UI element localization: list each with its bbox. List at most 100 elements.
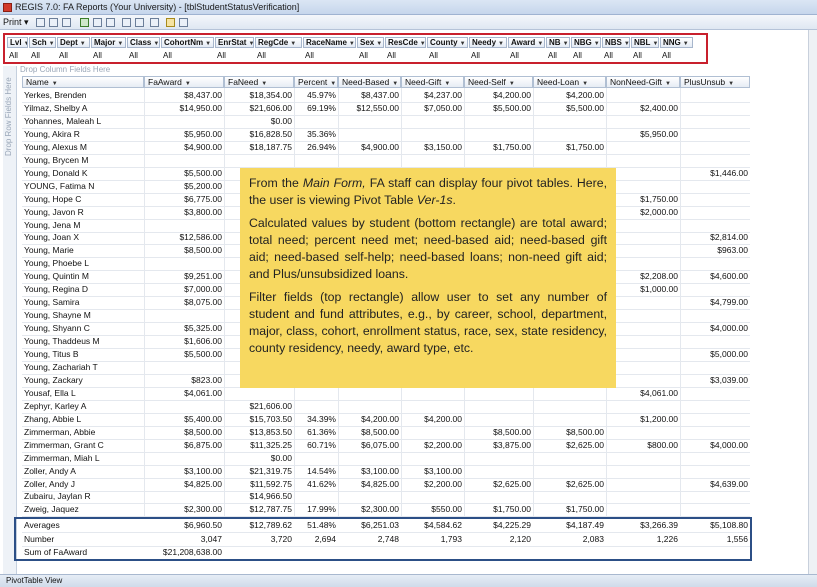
- filter-field-value: All: [217, 51, 226, 60]
- chevron-down-icon[interactable]: ▼: [728, 81, 734, 87]
- chevron-down-icon[interactable]: ▼: [330, 81, 336, 87]
- collapse-icon[interactable]: [122, 18, 131, 27]
- filter-field-nbg[interactable]: NBG ▼: [571, 37, 601, 48]
- cell-need-self: $2,625.00: [493, 478, 531, 489]
- subtotal-icon[interactable]: [106, 18, 115, 27]
- chevron-down-icon[interactable]: ▼: [683, 41, 689, 47]
- column-header-need-gift[interactable]: Need-Gift ▼: [401, 76, 464, 88]
- chevron-down-icon[interactable]: ▼: [290, 41, 296, 47]
- cell-faaward: $6,775.00: [184, 193, 222, 204]
- cell-nonneed-gift: [606, 141, 680, 154]
- cell-nonneed-gift: [606, 167, 680, 180]
- filter-field-cohortnm[interactable]: CohortNm ▼: [161, 37, 214, 48]
- cell-name: Zhang, Abbie L: [24, 413, 82, 424]
- chevron-down-icon[interactable]: ▼: [537, 41, 543, 47]
- cell-faneed: $11,592.75: [250, 478, 292, 489]
- chevron-down-icon[interactable]: ▼: [185, 81, 191, 87]
- filter-icon[interactable]: [62, 18, 71, 27]
- cell-name: Young, Javon R: [24, 206, 84, 217]
- print-button[interactable]: Print ▾: [3, 17, 29, 28]
- chevron-down-icon[interactable]: ▼: [376, 41, 382, 47]
- autocalc-icon[interactable]: [93, 18, 102, 27]
- chevron-down-icon[interactable]: ▼: [117, 41, 123, 47]
- chevron-down-icon[interactable]: ▼: [49, 41, 55, 47]
- filter-field-class[interactable]: Class ▼: [127, 37, 160, 48]
- cell-plusunsub: $4,639.00: [710, 478, 748, 489]
- column-header-faneed[interactable]: FaNeed ▼: [224, 76, 294, 88]
- cell-faaward: [144, 219, 224, 232]
- cell-percent: 61.36%: [307, 426, 336, 437]
- cell-nonneed-gift: [606, 257, 680, 270]
- chevron-down-icon[interactable]: ▼: [24, 41, 27, 47]
- expand-icon[interactable]: [135, 18, 144, 27]
- chevron-down-icon[interactable]: ▼: [444, 81, 450, 87]
- filter-field-racename[interactable]: RaceName ▼: [303, 37, 356, 48]
- filter-field-nbs[interactable]: NBS ▼: [602, 37, 630, 48]
- chevron-down-icon[interactable]: ▼: [498, 41, 504, 47]
- chevron-down-icon[interactable]: ▼: [563, 41, 569, 47]
- drop-column-fields[interactable]: Drop Column Fields Here: [20, 65, 110, 74]
- chevron-down-icon[interactable]: ▼: [509, 81, 515, 87]
- filter-field-sex[interactable]: Sex ▼: [357, 37, 384, 48]
- cell-nonneed-gift: [606, 490, 680, 503]
- cell-name: Young, Akira R: [24, 128, 80, 139]
- column-header-need-based[interactable]: Need-Based ▼: [338, 76, 401, 88]
- filter-field-rescde[interactable]: ResCde ▼: [385, 37, 426, 48]
- chevron-down-icon[interactable]: ▼: [652, 41, 658, 47]
- cell-faaward: [144, 490, 224, 503]
- filter-field-nb[interactable]: NB ▼: [546, 37, 570, 48]
- cell-faaward: $8,075.00: [184, 297, 222, 308]
- column-header-need-self[interactable]: Need-Self ▼: [464, 76, 533, 88]
- column-header-nonneed-gift[interactable]: NonNeed-Gift ▼: [606, 76, 680, 88]
- help-icon[interactable]: [179, 18, 188, 27]
- chevron-down-icon[interactable]: ▼: [205, 41, 211, 47]
- status-bar: PivotTable View: [0, 574, 817, 587]
- cell-need-based: $6,075.00: [361, 439, 399, 450]
- filter-field-major[interactable]: Major ▼: [91, 37, 126, 48]
- chevron-down-icon[interactable]: ▼: [582, 81, 588, 87]
- filter-field-sch[interactable]: Sch ▼: [29, 37, 56, 48]
- chevron-down-icon[interactable]: ▼: [624, 41, 629, 47]
- filter-field-label: Award: [511, 38, 536, 47]
- column-header-name[interactable]: Name ▼: [22, 76, 144, 88]
- chevron-down-icon[interactable]: ▼: [665, 81, 671, 87]
- vertical-scrollbar[interactable]: [808, 30, 817, 574]
- filter-field-lvl[interactable]: Lvl▼: [7, 37, 28, 48]
- chevron-down-icon[interactable]: ▼: [460, 41, 466, 47]
- filter-field-nng[interactable]: NNG ▼: [660, 37, 693, 48]
- drop-row-fields[interactable]: Drop Row Fields Here: [3, 66, 17, 574]
- column-header-plusunsub[interactable]: PlusUnsub ▼: [680, 76, 750, 88]
- cell-faaward: $823.00: [191, 374, 222, 385]
- filter-field-needy[interactable]: Needy ▼: [469, 37, 507, 48]
- chevron-down-icon[interactable]: ▼: [153, 41, 159, 47]
- filter-field-dept[interactable]: Dept ▼: [57, 37, 90, 48]
- filter-field-enrstat[interactable]: EnrStat ▼: [215, 37, 254, 48]
- cell-percent: 35.36%: [307, 128, 336, 139]
- filter-field-regcde[interactable]: RegCde ▼: [255, 37, 302, 48]
- excel-export-icon[interactable]: [80, 18, 89, 27]
- chevron-down-icon[interactable]: ▼: [248, 41, 253, 47]
- sort-descending-icon[interactable]: [49, 18, 58, 27]
- column-header-need-loan[interactable]: Need-Loan ▼: [533, 76, 606, 88]
- field-list-icon[interactable]: [150, 18, 159, 27]
- column-header-percent[interactable]: Percent ▼: [294, 76, 338, 88]
- cell-nonneed-gift: [606, 180, 680, 193]
- cell-name: Young, Zachariah T: [24, 361, 98, 372]
- sort-ascending-icon[interactable]: [36, 18, 45, 27]
- chevron-down-icon[interactable]: ▼: [52, 81, 58, 87]
- chevron-down-icon[interactable]: ▼: [80, 41, 86, 47]
- filter-field-county[interactable]: County ▼: [427, 37, 468, 48]
- chevron-down-icon[interactable]: ▼: [420, 41, 425, 47]
- column-header-faaward[interactable]: FaAward ▼: [144, 76, 224, 88]
- chevron-down-icon[interactable]: ▼: [349, 41, 355, 47]
- chevron-down-icon[interactable]: ▼: [261, 81, 267, 87]
- chevron-down-icon[interactable]: ▼: [594, 41, 600, 47]
- filter-field-value: All: [429, 51, 438, 60]
- filter-field-award[interactable]: Award ▼: [508, 37, 545, 48]
- filter-field-nbl[interactable]: NBL ▼: [631, 37, 659, 48]
- cell-need-self: [464, 490, 533, 503]
- chevron-down-icon[interactable]: ▼: [392, 81, 398, 87]
- properties-icon[interactable]: [166, 18, 175, 27]
- filter-field-label: NNG: [663, 38, 681, 47]
- cell-nonneed-gift: [606, 335, 680, 348]
